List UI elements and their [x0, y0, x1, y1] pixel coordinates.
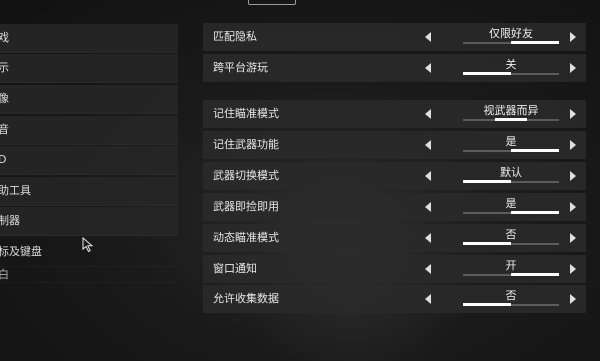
option-indicator: [463, 242, 559, 245]
setting-value: 否: [505, 289, 517, 302]
chevron-right-icon[interactable]: [570, 233, 576, 243]
menu-item-hud[interactable]: D: [0, 146, 178, 175]
setting-value: 否: [505, 228, 517, 241]
setting-row-remember-aim-mode[interactable]: 记住瞄准模式 视武器而异: [203, 100, 586, 128]
setting-value: 是: [505, 197, 517, 210]
menu-item-graphics[interactable]: 像: [0, 85, 178, 114]
menu-item-label: 音: [0, 123, 9, 136]
chevron-right-icon[interactable]: [570, 294, 576, 304]
chevron-right-icon[interactable]: [570, 202, 576, 212]
setting-label: 武器即捡即用: [213, 200, 279, 213]
menu-item-audio[interactable]: 音: [0, 116, 178, 145]
settings-category-menu: 戏 示 像 音 D 助工具 制器 标及键盘 白: [0, 0, 180, 361]
setting-row-weapon-switch-mode[interactable]: 武器切换模式 默认: [203, 162, 586, 190]
option-indicator: [463, 41, 559, 44]
menu-item-label: 像: [0, 92, 9, 105]
mouse-cursor-icon: [82, 237, 94, 253]
setting-row-matchmaking-privacy[interactable]: 匹配隐私 仅限好友: [203, 23, 586, 51]
menu-item-label: D: [0, 153, 6, 166]
menu-item-game[interactable]: 戏: [0, 24, 178, 53]
option-indicator: [463, 118, 559, 121]
chevron-left-icon[interactable]: [425, 63, 431, 73]
chevron-left-icon[interactable]: [425, 202, 431, 212]
option-indicator: [463, 149, 559, 152]
chevron-right-icon[interactable]: [570, 32, 576, 42]
setting-label: 记住武器功能: [213, 138, 279, 151]
menu-item-label: 标及键盘: [0, 245, 42, 258]
chevron-left-icon[interactable]: [425, 233, 431, 243]
setting-value: 关: [505, 58, 517, 71]
option-indicator: [463, 72, 559, 75]
setting-row-dynamic-aim-mode[interactable]: 动态瞄准模式 否: [203, 224, 586, 252]
menu-item-controller[interactable]: 制器: [0, 207, 178, 236]
chevron-right-icon[interactable]: [570, 140, 576, 150]
chevron-left-icon[interactable]: [425, 140, 431, 150]
setting-label: 跨平台游玩: [213, 61, 268, 74]
top-tab-stub[interactable]: [248, 0, 296, 5]
menu-item-label: 戏: [0, 31, 9, 44]
chevron-left-icon[interactable]: [425, 109, 431, 119]
chevron-right-icon[interactable]: [570, 109, 576, 119]
chevron-left-icon[interactable]: [425, 264, 431, 274]
setting-row-crossplay[interactable]: 跨平台游玩 关: [203, 54, 586, 82]
chevron-right-icon[interactable]: [570, 264, 576, 274]
menu-item-display[interactable]: 示: [0, 54, 178, 83]
setting-label: 记住瞄准模式: [213, 107, 279, 120]
setting-row-remember-weapon-function[interactable]: 记住武器功能 是: [203, 131, 586, 159]
menu-item-label: 助工具: [0, 184, 31, 197]
menu-item-partial[interactable]: 白: [0, 268, 178, 283]
setting-label: 动态瞄准模式: [213, 231, 279, 244]
setting-row-auto-equip-weapon[interactable]: 武器即捡即用 是: [203, 193, 586, 221]
setting-value: 仅限好友: [489, 27, 533, 40]
menu-item-label: 制器: [0, 214, 20, 227]
chevron-left-icon[interactable]: [425, 32, 431, 42]
setting-value: 是: [505, 135, 517, 148]
setting-row-allow-data-collection[interactable]: 允许收集数据 否: [203, 285, 586, 313]
option-indicator: [463, 303, 559, 306]
menu-item-label: 白: [0, 268, 9, 281]
setting-label: 匹配隐私: [213, 30, 257, 43]
setting-value: 开: [505, 259, 517, 272]
setting-value: 默认: [500, 166, 522, 179]
setting-label: 武器切换模式: [213, 169, 279, 182]
chevron-right-icon[interactable]: [570, 63, 576, 73]
option-indicator: [463, 211, 559, 214]
menu-item-label: 示: [0, 61, 9, 74]
chevron-left-icon[interactable]: [425, 171, 431, 181]
chevron-right-icon[interactable]: [570, 171, 576, 181]
option-indicator: [463, 273, 559, 276]
option-indicator: [463, 180, 559, 183]
setting-label: 窗口通知: [213, 262, 257, 275]
menu-item-accessibility[interactable]: 助工具: [0, 177, 178, 206]
setting-row-window-notifications[interactable]: 窗口通知 开: [203, 255, 586, 283]
chevron-left-icon[interactable]: [425, 294, 431, 304]
setting-value: 视武器而异: [483, 104, 539, 117]
setting-label: 允许收集数据: [213, 292, 279, 305]
